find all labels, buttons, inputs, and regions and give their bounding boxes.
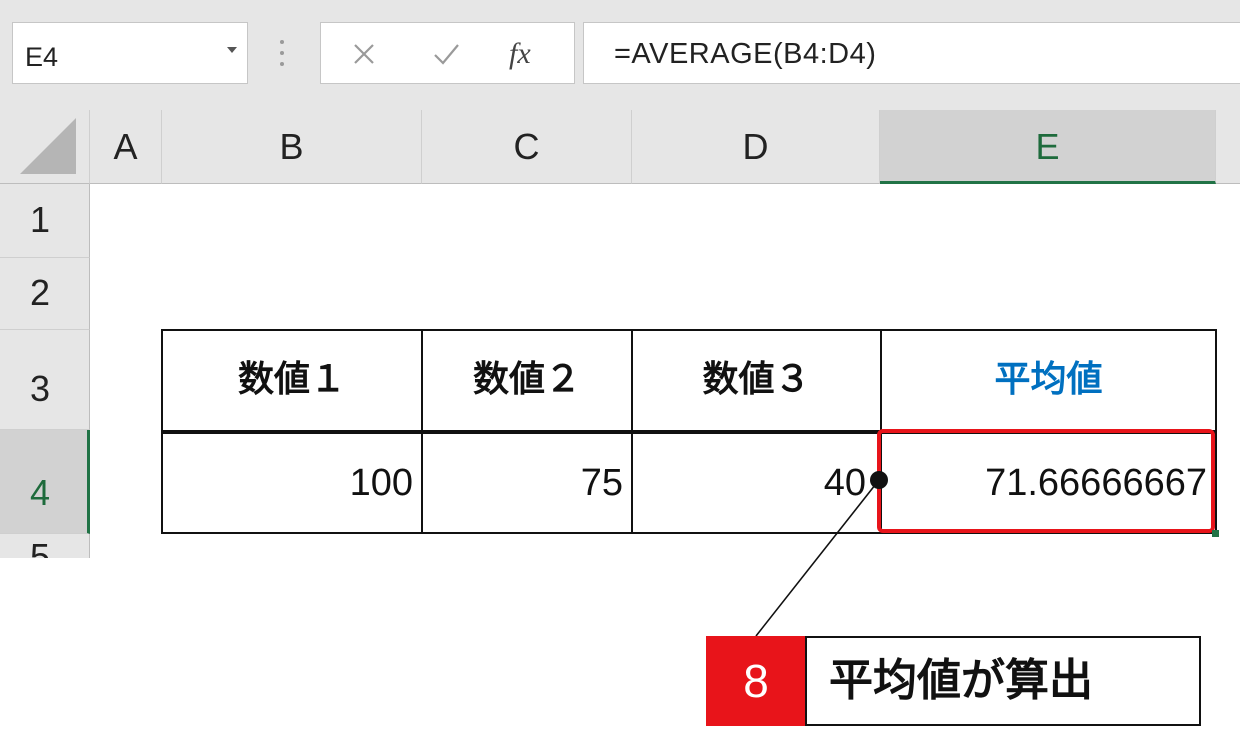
- callout-label: 平均値が算出: [805, 636, 1201, 726]
- step-number-badge: 8: [706, 636, 806, 726]
- callout-anchor-dot: [870, 471, 888, 489]
